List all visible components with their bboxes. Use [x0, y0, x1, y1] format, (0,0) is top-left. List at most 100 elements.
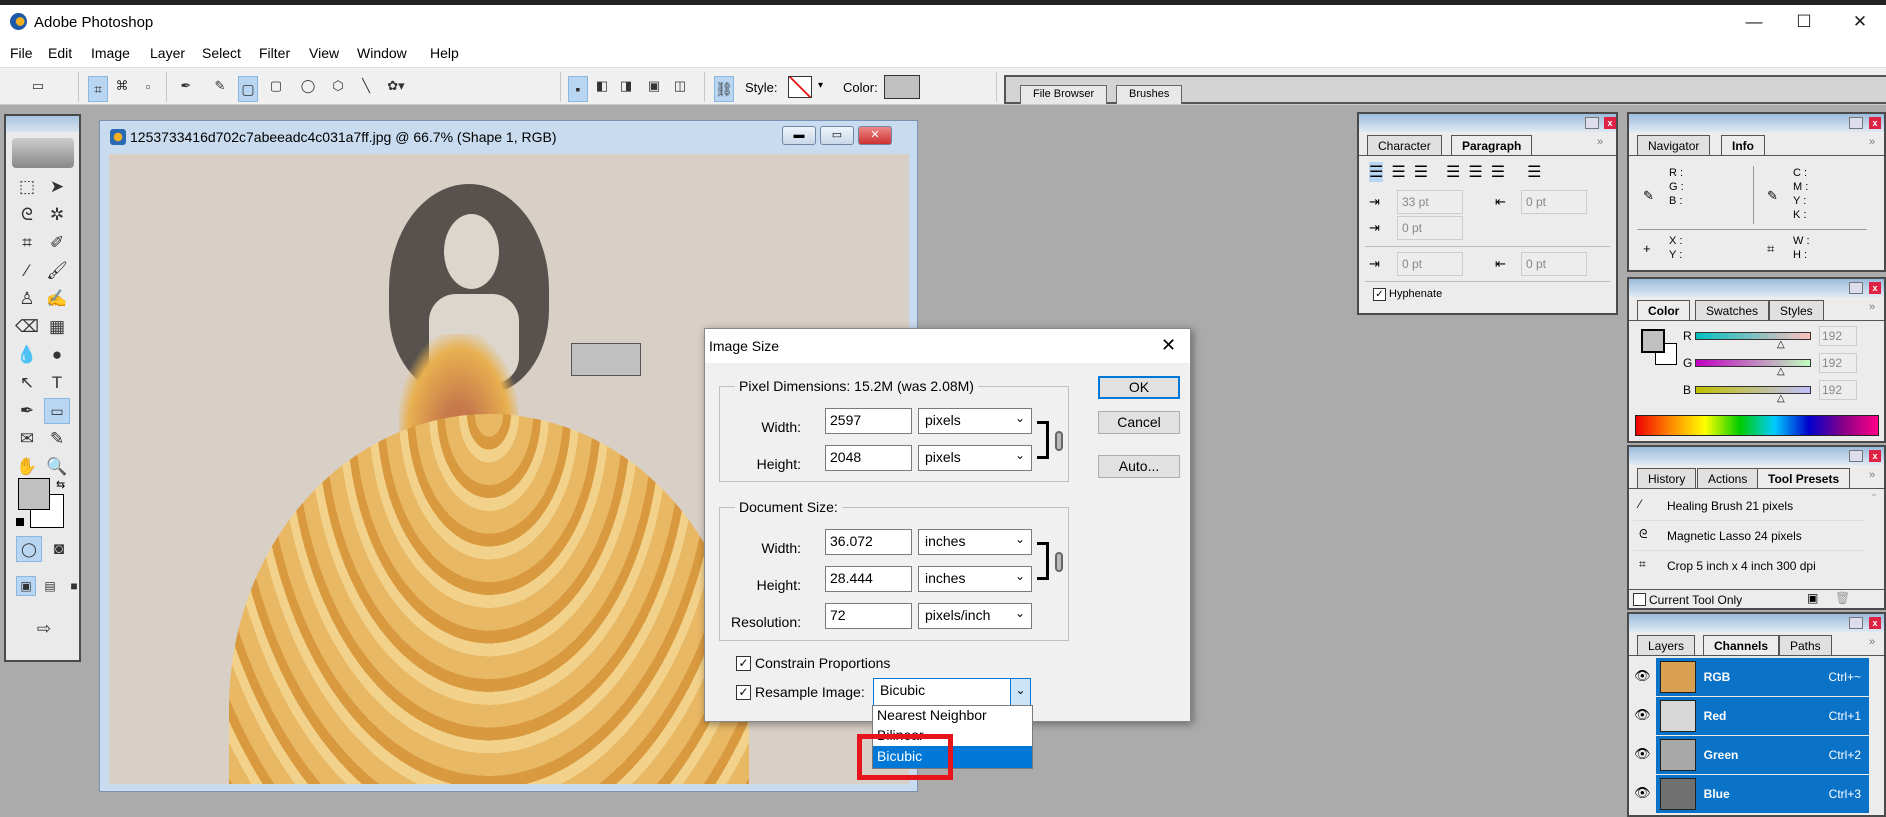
cancel-button[interactable]: Cancel [1098, 411, 1180, 434]
eye-icon[interactable]: 👁 [1629, 658, 1656, 696]
shape-1-rectangle[interactable] [571, 343, 641, 376]
space-after-field[interactable]: 0 pt [1521, 252, 1587, 276]
resample-method-select[interactable]: Bicubic ⌄ [873, 678, 1031, 706]
slider-b-thumb[interactable]: △ [1777, 393, 1785, 404]
eraser-icon[interactable]: ⌫ [14, 314, 40, 340]
standard-mode-icon[interactable]: ◯ [16, 536, 42, 562]
slider-b-value[interactable]: 192 [1819, 380, 1857, 400]
exclude-shape-icon[interactable]: ▣ [644, 76, 664, 96]
resolution-input[interactable]: 72 [825, 603, 912, 629]
menu-edit[interactable]: Edit [48, 45, 72, 61]
justify-left-icon[interactable]: ☰ [1446, 162, 1460, 182]
preset-item[interactable]: ⁄ Healing Brush 21 pixels [1633, 493, 1865, 521]
channel-row-blue[interactable]: 👁 Blue Ctrl+3 [1629, 775, 1869, 813]
option-nearest-neighbor[interactable]: Nearest Neighbor [873, 706, 1032, 726]
ok-button[interactable]: OK [1098, 376, 1180, 399]
indent-right-field[interactable]: 0 pt [1521, 190, 1587, 214]
style-swatch[interactable] [788, 76, 812, 98]
menu-file[interactable]: File [10, 45, 33, 61]
justify-center-icon[interactable]: ☰ [1468, 162, 1482, 182]
slider-g-thumb[interactable]: △ [1777, 366, 1785, 377]
tab-paragraph[interactable]: Paragraph [1451, 135, 1533, 155]
menu-help[interactable]: Help [430, 45, 459, 61]
constrain-proportions-checkbox[interactable]: ✓ [736, 656, 751, 671]
rounded-rectangle-icon[interactable]: ▢ [266, 76, 286, 96]
slider-r-track[interactable] [1695, 332, 1811, 340]
doc-minimize-button[interactable]: ▬ [782, 126, 816, 145]
panel-close-button[interactable]: x [1869, 117, 1881, 129]
slider-g-value[interactable]: 192 [1819, 353, 1857, 373]
eye-icon[interactable]: 👁 [1629, 736, 1656, 774]
pixel-width-unit-select[interactable]: pixels ⌄ [918, 408, 1032, 434]
menu-image[interactable]: Image [91, 45, 130, 61]
menu-filter[interactable]: Filter [259, 45, 290, 61]
full-screen-icon[interactable]: ■ [64, 576, 84, 596]
indent-first-line-field[interactable]: 0 pt [1397, 216, 1463, 240]
move-tool-icon[interactable]: ➤ [44, 174, 70, 200]
doc-close-button[interactable]: ✕ [858, 126, 892, 145]
notes-tool-icon[interactable]: ✉ [14, 426, 40, 452]
preset-item[interactable]: ᘓ Magnetic Lasso 24 pixels [1633, 523, 1865, 551]
panel-menu-icon[interactable]: » [1869, 636, 1875, 648]
combine-shape-icon[interactable]: ◫ [670, 76, 690, 96]
paths-icon[interactable]: ⌘ [112, 76, 132, 96]
panel-close-button[interactable]: x [1604, 117, 1616, 129]
freeform-pen-icon[interactable]: ✎ [210, 76, 230, 96]
clone-stamp-icon[interactable]: ♙ [14, 286, 40, 312]
adobe-online-icon[interactable] [12, 138, 74, 168]
pen-tool-icon[interactable]: ✒ [176, 76, 196, 96]
tab-color[interactable]: Color [1637, 300, 1691, 320]
tab-layers[interactable]: Layers [1637, 635, 1696, 655]
jump-to-imageready-icon[interactable]: ⇨ [24, 616, 64, 642]
eye-icon[interactable]: 👁 [1629, 697, 1656, 735]
standard-screen-icon[interactable]: ▣ [16, 576, 36, 596]
marquee-tool-icon[interactable]: ⬚ [14, 174, 40, 200]
channel-row-rgb[interactable]: 👁 RGB Ctrl+~ [1629, 658, 1869, 696]
foreground-color-swatch[interactable] [18, 478, 50, 510]
rectangle-tool-icon[interactable]: ▢ [238, 76, 258, 102]
minimize-button[interactable]: — [1734, 9, 1774, 35]
fill-pixels-icon[interactable]: ▫ [138, 76, 158, 96]
close-button[interactable]: ✕ [1840, 9, 1880, 35]
channel-row-green[interactable]: 👁 Green Ctrl+2 [1629, 736, 1869, 774]
panel-menu-icon[interactable]: » [1597, 136, 1603, 148]
current-tool-only-checkbox[interactable] [1633, 593, 1646, 606]
healing-brush-icon[interactable]: ⁄ [14, 258, 40, 284]
align-center-icon[interactable]: ☰ [1391, 162, 1405, 182]
channel-row-red[interactable]: 👁 Red Ctrl+1 [1629, 697, 1869, 735]
panel-menu-icon[interactable]: » [1869, 469, 1875, 481]
preset-item[interactable]: ⌗ Crop 5 inch x 4 inch 300 dpi [1633, 553, 1865, 581]
swap-colors-icon[interactable]: ⇆ [56, 478, 65, 491]
panel-menu-icon[interactable]: » [1869, 301, 1875, 313]
path-selection-icon[interactable]: ↖ [14, 370, 40, 396]
add-shape-area-icon[interactable]: ▪ [568, 76, 588, 102]
panel-minimize-button[interactable] [1849, 450, 1863, 462]
tab-channels[interactable]: Channels [1703, 635, 1780, 655]
justify-right-icon[interactable]: ☰ [1491, 162, 1505, 182]
tab-swatches[interactable]: Swatches [1695, 300, 1770, 320]
intersect-shape-icon[interactable]: ◨ [616, 76, 636, 96]
tab-brushes[interactable]: Brushes [1116, 85, 1183, 104]
pixel-height-input[interactable]: 2048 [825, 445, 912, 471]
type-tool-icon[interactable]: T [44, 370, 70, 396]
panel-minimize-button[interactable] [1849, 117, 1863, 129]
doc-maximize-button[interactable]: ▭ [820, 126, 854, 145]
tab-styles[interactable]: Styles [1769, 300, 1824, 320]
chevron-down-icon[interactable]: ▾ [818, 80, 823, 91]
tab-info[interactable]: Info [1721, 135, 1765, 155]
slider-g-track[interactable] [1695, 359, 1811, 367]
scrollbar[interactable]: ⌃ [1867, 493, 1881, 589]
lasso-tool-icon[interactable]: ᘓ [14, 202, 40, 228]
default-colors-icon[interactable] [16, 518, 24, 526]
magic-wand-icon[interactable]: ✲ [44, 202, 70, 228]
dodge-tool-icon[interactable]: ● [44, 342, 70, 368]
doc-width-unit-select[interactable]: inches ⌄ [918, 529, 1032, 555]
maximize-button[interactable]: ☐ [1784, 9, 1824, 35]
tab-paths[interactable]: Paths [1779, 635, 1832, 655]
panel-menu-icon[interactable]: » [1869, 136, 1875, 148]
space-before-field[interactable]: 0 pt [1397, 252, 1463, 276]
doc-width-input[interactable]: 36.072 [825, 529, 912, 555]
pen-tool-icon[interactable]: ✒ [14, 398, 40, 424]
hyphenate-checkbox[interactable]: ✓ [1373, 288, 1386, 301]
pixel-width-input[interactable]: 2597 [825, 408, 912, 434]
